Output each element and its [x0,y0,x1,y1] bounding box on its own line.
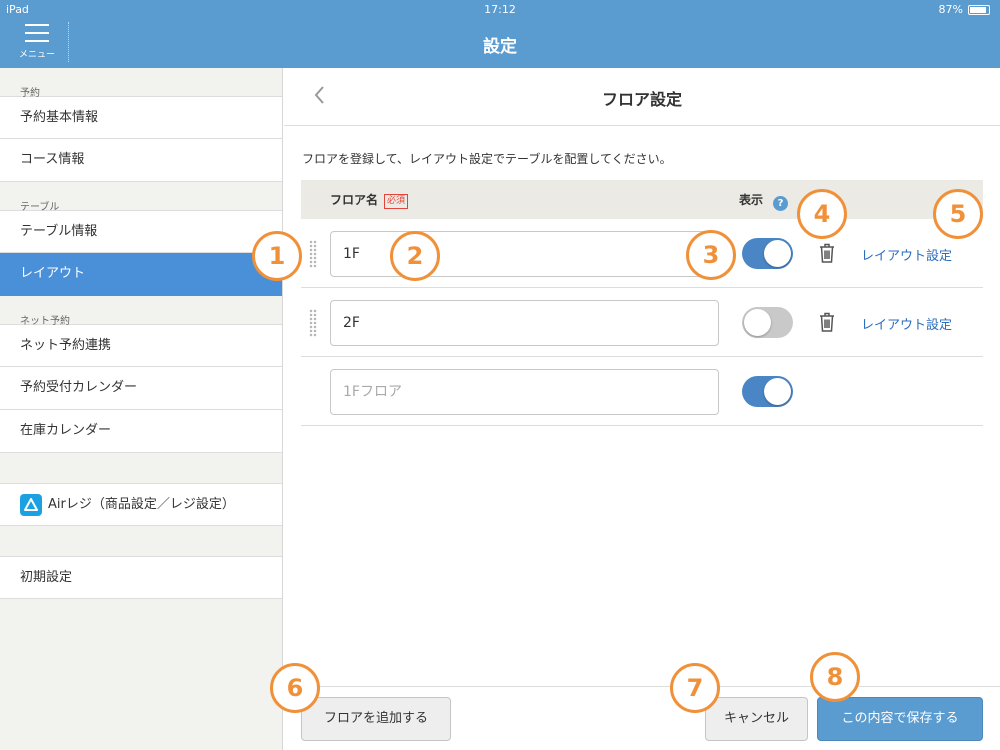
sidebar: 予約 予約基本情報 コース情報 テーブル テーブル情報 レイアウト ネット予約 … [0,68,283,750]
annotation-marker-7: 7 [670,663,720,713]
visibility-toggle[interactable] [742,307,793,338]
sidebar-item-initial-setting[interactable]: 初期設定 [0,556,282,599]
layout-setting-link[interactable]: レイアウト設定 [861,245,952,264]
status-battery: 87% [939,3,990,16]
visibility-toggle[interactable] [742,376,793,407]
column-floor-name: フロア名 必須 [330,191,409,209]
annotation-marker-5: 5 [933,189,983,239]
app-header: iPad 17:12 87% メニュー 設定 [0,0,1000,68]
cancel-button[interactable]: キャンセル [705,697,808,741]
floor-name-input[interactable] [330,300,719,346]
visibility-toggle[interactable] [742,238,793,269]
layout-setting-link[interactable]: レイアウト設定 [861,314,952,333]
help-icon[interactable]: ? [773,196,789,211]
floor-name-input[interactable] [330,369,719,415]
sidebar-item-airregi[interactable]: Airレジ（商品設定／レジ設定） [0,483,282,526]
annotation-marker-6: 6 [270,663,320,713]
sidebar-item-table-info[interactable]: テーブル情報 [0,210,282,253]
panel-header: フロア設定 [284,68,1000,126]
trash-icon[interactable] [818,242,836,268]
sidebar-item-reservation-info[interactable]: 予約基本情報 [0,96,282,139]
trash-icon[interactable] [818,311,836,337]
table-header: フロア名 必須 表示? [301,180,983,219]
sidebar-section-reservation: 予約 [20,88,40,99]
page-title: 設定 [483,37,517,57]
annotation-marker-3: 3 [686,230,736,280]
sidebar-item-course-info[interactable]: コース情報 [0,139,282,182]
save-button[interactable]: この内容で保存する [817,697,983,741]
add-floor-button[interactable]: フロアを追加する [301,697,451,741]
floor-name-input[interactable] [330,231,719,277]
sidebar-item-net-link[interactable]: ネット予約連携 [0,324,282,367]
battery-percent: 87% [938,3,963,16]
sidebar-section-table: テーブル [20,202,60,213]
status-time: 17:12 [484,3,516,16]
annotation-marker-1: 1 [252,231,302,281]
battery-icon [968,4,990,15]
column-show: 表示? [739,191,789,211]
annotation-marker-2: 2 [390,231,440,281]
sidebar-section-net-reservation: ネット予約 [20,316,70,327]
column-floor-name-label: フロア名 [330,193,379,207]
sidebar-item-stock-calendar[interactable]: 在庫カレンダー [0,410,282,453]
description-text: フロアを登録して、レイアウト設定でテーブルを配置してください。 [302,152,672,166]
airregi-label: Airレジ（商品設定／レジ設定） [48,496,235,512]
sidebar-item-calendar[interactable]: 予約受付カレンダー [0,367,282,410]
footer-bar: フロアを追加する キャンセル この内容で保存する [284,686,1000,750]
annotation-marker-4: 4 [797,189,847,239]
sidebar-item-layout[interactable]: レイアウト [0,253,282,296]
required-badge: 必須 [384,194,409,209]
drag-handle-icon[interactable] [309,309,317,337]
airregi-logo-icon [20,493,42,516]
panel-title: フロア設定 [601,90,682,109]
main-panel: フロア設定 フロアを登録して、レイアウト設定でテーブルを配置してください。 フロ… [284,68,1000,750]
drag-handle-icon[interactable] [309,240,317,268]
column-show-label: 表示 [739,193,764,207]
annotation-marker-8: 8 [810,652,860,702]
table-row: レイアウト設定 [301,289,983,357]
table-row [301,358,983,426]
